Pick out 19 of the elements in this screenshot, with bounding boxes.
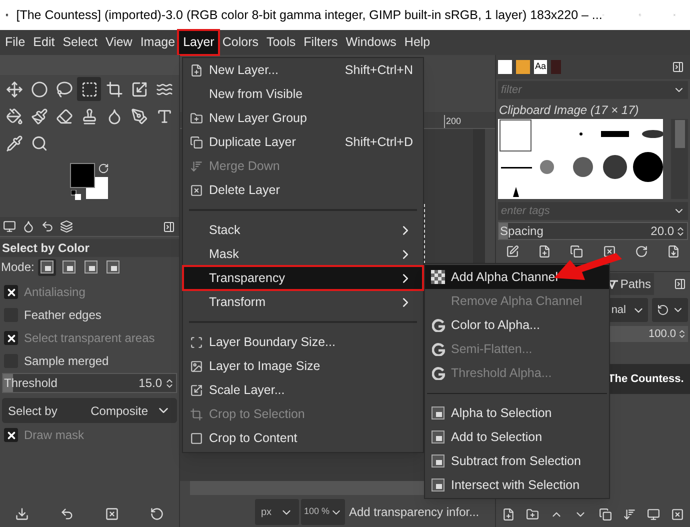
dropdown-value: Composite: [90, 402, 148, 420]
option-label: Draw mask: [24, 427, 84, 444]
brush-name: Clipboard Image (17 × 17): [498, 102, 640, 119]
option-label: Antialiasing: [24, 284, 86, 301]
dropdown-label: Select by: [8, 402, 58, 420]
window-title: [The Countess] (imported)-3.0 (RGB color 8-bit gamma integer, GIMP built-in sRGB, 1 layer) 183x220 – ...: [16, 6, 602, 24]
option-label: Feather edges: [24, 307, 102, 324]
slider-value: 15.0: [138, 375, 162, 392]
shortcut-label: Shift+Ctrl+N: [344, 62, 413, 79]
shortcut-label: Shift+Ctrl+D: [344, 134, 413, 151]
tool-options-title: Select by Color: [2, 240, 90, 257]
slider-value: 20.0: [650, 223, 674, 240]
slider-label: Spacing: [500, 223, 544, 240]
option-label: Select transparent areas: [24, 330, 155, 347]
slider-label: Threshold: [4, 375, 58, 392]
ruler-label: 200: [444, 114, 461, 128]
option-label: Sample merged: [24, 353, 109, 370]
mode-label: Mode:: [1, 259, 34, 276]
status-message: Add transparency infor...: [349, 504, 480, 521]
